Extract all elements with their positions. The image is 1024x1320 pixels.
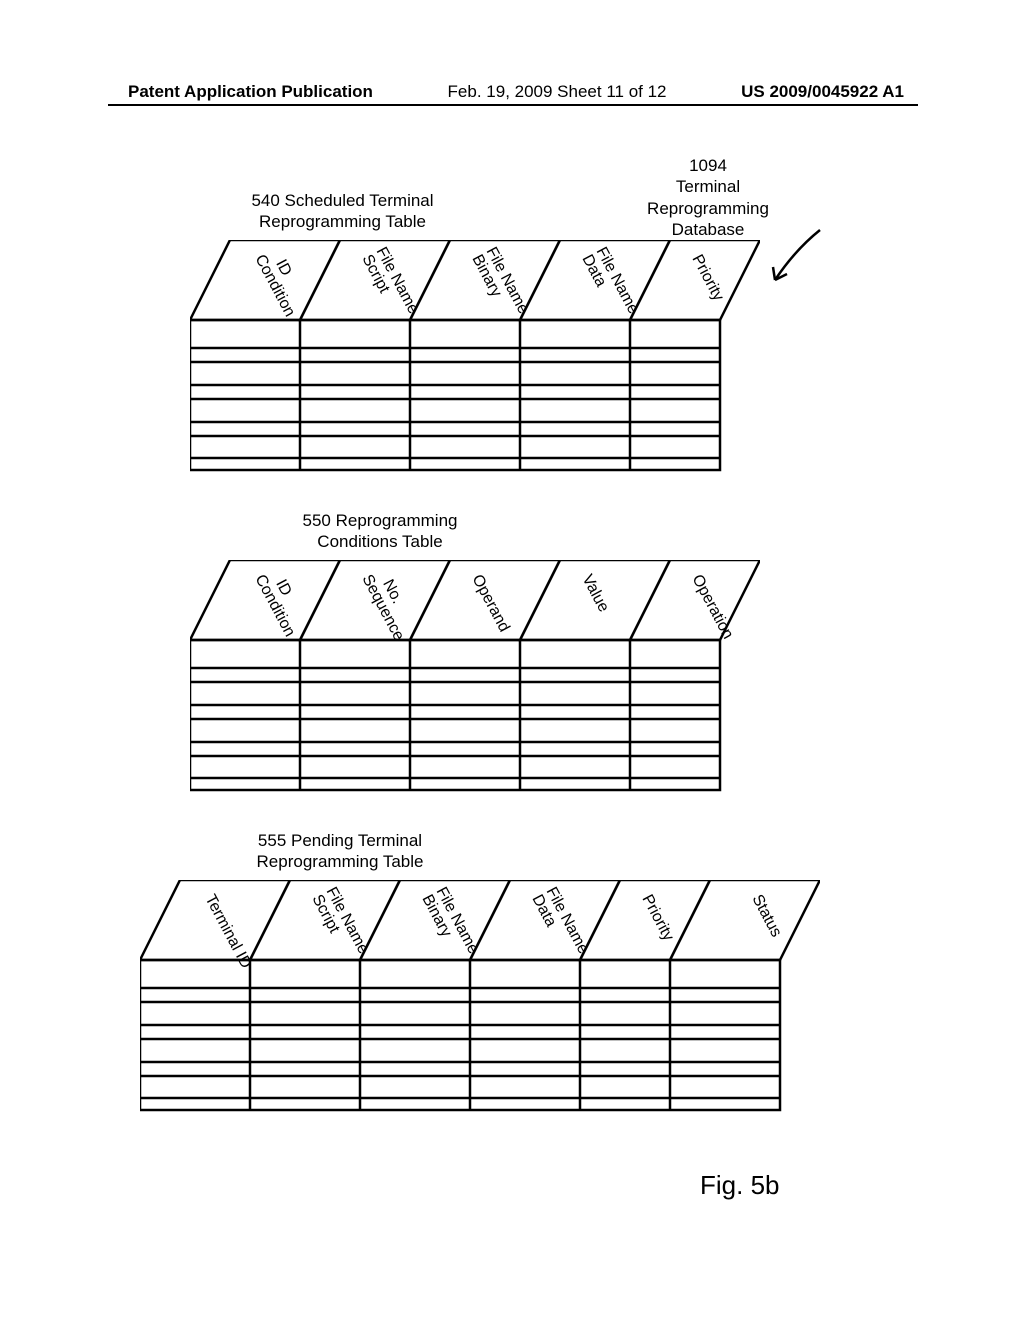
t1-col4: DataFile Name	[578, 244, 641, 324]
table2-title-text: 550 Reprogramming Conditions Table	[303, 511, 458, 551]
t2-col5: Operation	[688, 572, 736, 642]
table-scheduled-terminal: ConditionID ScriptFile Name BinaryFile N…	[190, 240, 760, 495]
t1-col5: Priority	[688, 252, 726, 304]
figure-label: Fig. 5b	[700, 1170, 780, 1201]
table-reprogramming-conditions: ConditionID SequenceNo. Operand Value Op…	[190, 560, 760, 815]
table1-title-text: 540 Scheduled Terminal Reprogramming Tab…	[251, 191, 433, 231]
db-label-line3: Reprogramming	[618, 198, 798, 219]
header-patent-number: US 2009/0045922 A1	[741, 82, 904, 102]
table1-title: 540 Scheduled Terminal Reprogramming Tab…	[225, 190, 460, 233]
t1-col2: ScriptFile Name	[358, 244, 421, 324]
t3-col5: Priority	[638, 892, 676, 944]
table-pending-terminal: Terminal ID ScriptFile Name BinaryFile N…	[140, 880, 820, 1135]
header-sheet-info: Feb. 19, 2009 Sheet 11 of 12	[448, 82, 667, 102]
page-header: Patent Application Publication Feb. 19, …	[0, 82, 1024, 102]
t3-col2: ScriptFile Name	[308, 884, 371, 964]
table3-title-text: 555 Pending Terminal Reprogramming Table	[257, 831, 424, 871]
header-divider	[108, 104, 918, 106]
header-publication: Patent Application Publication	[128, 82, 373, 102]
t1-col1: ConditionID	[251, 244, 312, 319]
table3-title: 555 Pending Terminal Reprogramming Table	[225, 830, 455, 873]
t1-col3: BinaryFile Name	[468, 244, 531, 324]
t2-col4: Value	[578, 572, 612, 615]
db-label-line2: Terminal	[618, 176, 798, 197]
db-label-num: 1094	[618, 155, 798, 176]
t3-col6: Status	[748, 892, 784, 940]
t3-col4: DataFile Name	[528, 884, 591, 964]
t2-col1: ConditionID	[251, 564, 312, 639]
t2-col2: SequenceNo.	[358, 564, 421, 643]
arrow-pointer-icon	[765, 225, 835, 305]
t3-col3: BinaryFile Name	[418, 884, 481, 964]
table2-title: 550 Reprogramming Conditions Table	[270, 510, 490, 553]
t2-col3: Operand	[468, 572, 512, 635]
